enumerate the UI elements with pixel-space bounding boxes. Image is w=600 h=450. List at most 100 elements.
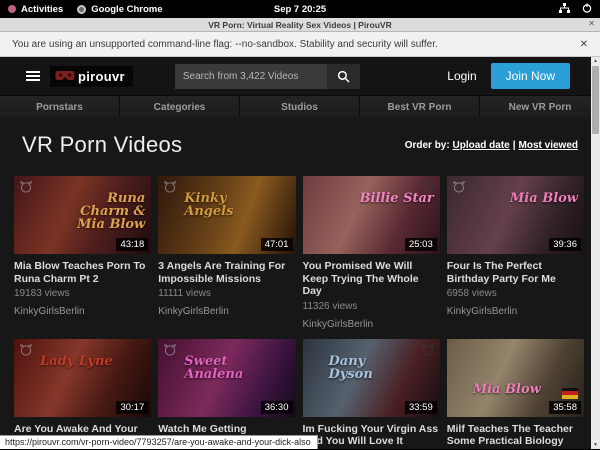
scrollbar-thumb[interactable]	[592, 66, 599, 134]
page-title: VR Porn Videos	[22, 132, 182, 158]
video-card-7[interactable]: Dany Dyson 33:59 Im Fucking Your Virgin …	[303, 339, 440, 449]
duration-badge: 25:03	[405, 238, 437, 251]
video-card-6[interactable]: Sweet Analena 36:30 Watch Me Getting Dom…	[158, 339, 295, 449]
video-thumbnail[interactable]: Mia Blow 39:36	[447, 176, 584, 254]
tab-title[interactable]: VR Porn: Virtual Reality Sex Videos | Pi…	[208, 20, 391, 30]
duration-badge: 39:36	[549, 238, 581, 251]
system-top-bar: Activities Google Chrome Sep 7 20:25	[0, 0, 600, 18]
view-count: 11326 views	[303, 301, 440, 312]
thumbnail-performer-label: Runa Charm & Mia Blow	[65, 192, 145, 231]
scrollbar[interactable]: ▲ ▼	[591, 57, 600, 449]
clock[interactable]: Sep 7 20:25	[274, 4, 326, 15]
video-card-5[interactable]: Lady Lyne 30:17 Are You Awake And Your D…	[14, 339, 151, 449]
search-input[interactable]	[175, 64, 327, 89]
infobar-message: You are using an unsupported command-lin…	[12, 39, 438, 50]
network-icon[interactable]	[559, 3, 570, 16]
order-by-separator: |	[510, 140, 519, 151]
view-count: 6958 views	[447, 288, 584, 299]
menu-item-studios[interactable]: Studios	[240, 96, 360, 118]
web-page: pirouvr Login Join Now Pornstars Categor…	[0, 57, 600, 449]
video-card-2[interactable]: Kinky Angels 47:01 3 Angels Are Training…	[158, 176, 295, 330]
screen: Activities Google Chrome Sep 7 20:25 VR …	[0, 0, 600, 450]
studio-cat-mask-icon	[163, 180, 177, 198]
thumbnail-performer-label: Mia Blow	[510, 192, 578, 205]
view-count: 19183 views	[14, 288, 151, 299]
thumbnail-performer-label: Dany Dyson	[329, 355, 409, 381]
studio-cat-mask-icon	[19, 343, 33, 361]
video-thumbnail[interactable]: Sweet Analena 36:30	[158, 339, 295, 417]
site-logo[interactable]: pirouvr	[50, 66, 133, 87]
activities-label: Activities	[21, 4, 63, 15]
activities-icon	[8, 5, 16, 13]
video-thumbnail[interactable]: Lady Lyne 30:17	[14, 339, 151, 417]
studio-cat-mask-icon	[452, 180, 466, 198]
thumbnail-performer-label: Kinky Angels	[184, 192, 264, 218]
status-bar-url: https://pirouvr.com/vr-porn-video/779325…	[0, 435, 318, 449]
video-card-3[interactable]: Billie Star 25:03 You Promised We Will K…	[303, 176, 440, 330]
studio-link[interactable]: KinkyGirlsBerlin	[303, 319, 440, 330]
login-link[interactable]: Login	[433, 69, 490, 83]
duration-badge: 47:01	[261, 238, 293, 251]
scrollbar-up-arrow-icon[interactable]: ▲	[593, 57, 598, 65]
chrome-icon	[77, 5, 86, 14]
studio-link[interactable]: KinkyGirlsBerlin	[14, 306, 151, 317]
scrollbar-down-arrow-icon[interactable]: ▼	[593, 441, 598, 449]
studio-cat-mask-icon	[19, 180, 33, 198]
hamburger-menu-icon[interactable]	[26, 71, 40, 81]
app-menu-label: Google Chrome	[91, 4, 162, 15]
video-thumbnail[interactable]: Dany Dyson 33:59	[303, 339, 440, 417]
video-title[interactable]: Four Is The Perfect Birthday Party For M…	[447, 260, 584, 285]
video-title[interactable]: Im Fucking Your Virgin Ass And You Will …	[303, 423, 440, 448]
order-by-label: Order by:	[405, 140, 450, 151]
main-menu: Pornstars Categories Studios Best VR Por…	[0, 95, 600, 118]
thumbnail-performer-label: Sweet Analena	[184, 355, 264, 381]
browser-tab-bar: VR Porn: Virtual Reality Sex Videos | Pi…	[0, 18, 600, 32]
menu-item-categories[interactable]: Categories	[120, 96, 240, 118]
browser-infobar: You are using an unsupported command-lin…	[0, 32, 600, 57]
video-title[interactable]: Mia Blow Teaches Porn To Runa Charm Pt 2	[14, 260, 151, 285]
join-now-button[interactable]: Join Now	[491, 63, 570, 89]
video-title[interactable]: 3 Angels Are Training For Impossible Mis…	[158, 260, 295, 285]
site-navbar: pirouvr Login Join Now	[0, 57, 600, 95]
studio-link[interactable]: KinkyGirlsBerlin	[447, 306, 584, 317]
search-box	[175, 64, 360, 89]
power-icon[interactable]	[582, 3, 592, 16]
infobar-close-icon[interactable]: ✕	[580, 39, 588, 50]
duration-badge: 33:59	[405, 401, 437, 414]
studio-link[interactable]: KinkyGirlsBerlin	[158, 306, 295, 317]
search-button[interactable]	[327, 64, 360, 89]
video-card-4[interactable]: Mia Blow 39:36 Four Is The Perfect Birth…	[447, 176, 584, 330]
order-by: Order by: Upload date|Most viewed	[405, 140, 578, 151]
duration-badge: 35:58	[549, 401, 581, 414]
view-count: 11111 views	[158, 288, 295, 299]
search-icon	[337, 70, 350, 83]
menu-item-best-vr-porn[interactable]: Best VR Porn	[360, 96, 480, 118]
vr-headset-icon	[55, 70, 75, 82]
duration-badge: 30:17	[116, 401, 148, 414]
video-thumbnail[interactable]: Kinky Angels 47:01	[158, 176, 295, 254]
thumbnail-performer-label: Mia Blow	[473, 383, 541, 396]
video-thumbnail[interactable]: Mia Blow 35:58	[447, 339, 584, 417]
menu-item-pornstars[interactable]: Pornstars	[0, 96, 120, 118]
thumbnail-performer-label: Billie Star	[360, 192, 434, 205]
thumbnail-performer-label: Lady Lyne	[40, 355, 113, 368]
order-by-upload-date-link[interactable]: Upload date	[452, 140, 509, 151]
app-menu-button[interactable]: Google Chrome	[77, 4, 162, 15]
video-card-8[interactable]: Mia Blow 35:58 Milf Teaches The Teacher …	[447, 339, 584, 449]
studio-cat-mask-icon	[163, 343, 177, 361]
tab-close-icon[interactable]: ✕	[588, 19, 595, 28]
video-title[interactable]: You Promised We Will Keep Trying The Who…	[303, 260, 440, 298]
video-grid: Runa Charm & Mia Blow 43:18 Mia Blow Tea…	[14, 176, 584, 449]
menu-item-new-vr-porn[interactable]: New VR Porn	[480, 96, 600, 118]
page-content: VR Porn Videos Order by: Upload date|Mos…	[0, 118, 600, 449]
video-title[interactable]: Milf Teaches The Teacher Some Practical …	[447, 423, 584, 448]
studio-cat-mask-icon	[565, 343, 579, 361]
activities-button[interactable]: Activities	[8, 4, 63, 15]
video-thumbnail[interactable]: Runa Charm & Mia Blow 43:18	[14, 176, 151, 254]
duration-badge: 43:18	[116, 238, 148, 251]
german-flag-icon	[562, 388, 578, 399]
order-by-most-viewed-link[interactable]: Most viewed	[519, 140, 578, 151]
studio-cat-mask-icon	[421, 343, 435, 361]
video-card-1[interactable]: Runa Charm & Mia Blow 43:18 Mia Blow Tea…	[14, 176, 151, 330]
video-thumbnail[interactable]: Billie Star 25:03	[303, 176, 440, 254]
